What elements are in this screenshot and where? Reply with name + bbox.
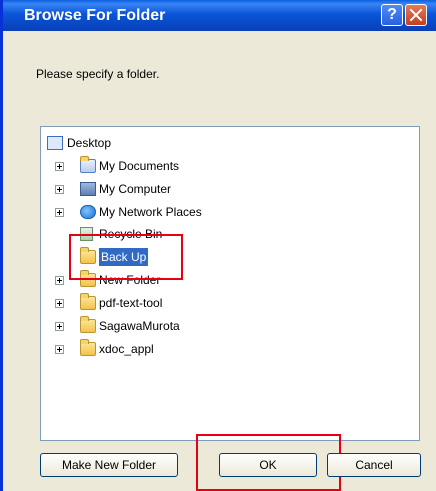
cancel-button[interactable]: Cancel xyxy=(327,453,421,477)
expand-icon[interactable] xyxy=(55,299,64,308)
expand-icon[interactable] xyxy=(55,208,64,217)
expand-icon[interactable] xyxy=(55,185,64,194)
tree-item-label: Desktop xyxy=(67,136,112,150)
tree-item-label: My Network Places xyxy=(99,205,202,219)
title-bar[interactable]: Browse For Folder ? xyxy=(3,0,436,31)
browse-for-folder-dialog: Browse For Folder ? Please specify a fol… xyxy=(0,0,436,491)
tree-item-label: xdoc_appl xyxy=(99,342,154,356)
tree-item-label: SagawaMurota xyxy=(99,319,180,333)
close-button[interactable] xyxy=(405,4,427,26)
folder-tree[interactable]: Desktop My Documents My Computer My Netw… xyxy=(40,126,420,441)
tree-item-label: My Documents xyxy=(99,159,180,173)
prompt-text: Please specify a folder. xyxy=(36,67,160,81)
ok-button[interactable]: OK xyxy=(219,453,317,477)
folder-icon xyxy=(80,293,96,310)
highlight-box-back-up xyxy=(69,234,183,280)
help-button[interactable]: ? xyxy=(381,4,403,26)
tree-item-label: My Computer xyxy=(99,182,172,196)
my-documents-icon xyxy=(80,156,96,173)
tree-item-label: pdf-text-tool xyxy=(99,296,163,310)
expand-icon[interactable] xyxy=(55,345,64,354)
expand-icon[interactable] xyxy=(55,322,64,331)
make-new-folder-button[interactable]: Make New Folder xyxy=(40,453,178,477)
window-title: Browse For Folder xyxy=(24,7,166,24)
expand-icon[interactable] xyxy=(55,276,64,285)
desktop-icon xyxy=(47,136,63,150)
folder-icon xyxy=(80,316,96,333)
network-places-icon xyxy=(80,205,96,219)
folder-icon xyxy=(80,339,96,356)
expand-icon[interactable] xyxy=(55,162,64,171)
my-computer-icon xyxy=(80,182,96,196)
